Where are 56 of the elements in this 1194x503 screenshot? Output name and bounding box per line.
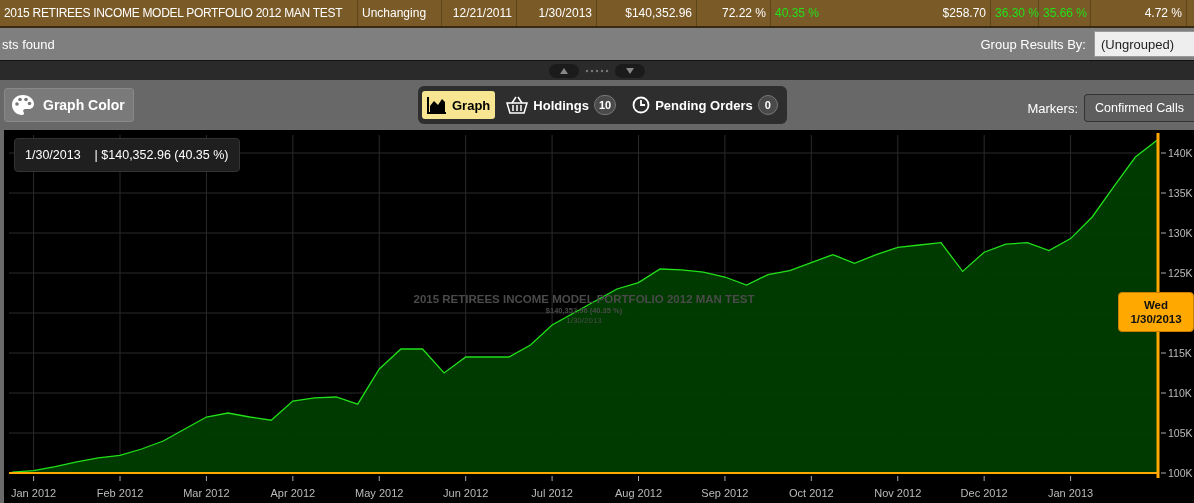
- x-tick-label: Dec 2012: [960, 487, 1008, 499]
- view-tab[interactable]: Holdings 10: [501, 91, 622, 119]
- x-tick-label: Sep 2012: [701, 487, 749, 499]
- clock-icon: [632, 96, 651, 114]
- table-cell: $258.70: [885, 0, 991, 26]
- x-tick-label: Jun 2012: [443, 487, 489, 499]
- x-tick-label: Jan 2013: [1047, 487, 1094, 499]
- count-badge: 10: [593, 95, 617, 115]
- x-tick-label: Apr 2012: [270, 487, 316, 499]
- chart-watermark-date: 1/30/2013: [566, 316, 602, 325]
- y-tick-label: 110K: [1168, 387, 1192, 399]
- y-tick-label: 135K: [1168, 187, 1193, 199]
- marker-date: 1/30/2013: [1130, 312, 1182, 327]
- y-tick-label: 125K: [1168, 267, 1193, 279]
- table-cell: 4.72 %: [1091, 0, 1187, 26]
- area-chart-icon: [427, 96, 447, 114]
- group-dropdown[interactable]: (Ungrouped): [1094, 31, 1194, 57]
- table-cell: 35.66 %: [1039, 0, 1091, 26]
- x-tick-label: Feb 2012: [96, 487, 144, 499]
- view-tab[interactable]: Pending Orders 0: [627, 91, 783, 119]
- table-cell-text: 40.35 %: [774, 5, 821, 22]
- collapse-up-icon[interactable]: [549, 63, 579, 78]
- y-tick-label: 130K: [1168, 227, 1193, 239]
- x-tick-label: Nov 2012: [874, 487, 922, 499]
- group-label: Group Results By:: [980, 36, 1086, 52]
- graph-color-button[interactable]: Graph Color: [4, 88, 134, 122]
- basket-icon: [506, 96, 529, 114]
- count-badge: 0: [757, 95, 778, 115]
- tooltip-date: 1/30/2013: [25, 148, 81, 162]
- x-tick-label: May 2012: [355, 487, 404, 499]
- x-tick-label: Jan 2012: [10, 487, 57, 499]
- results-count: sts found: [2, 36, 55, 52]
- x-tick-label: Mar 2012: [183, 487, 230, 499]
- grip-icon[interactable]: [585, 68, 609, 73]
- expand-down-icon[interactable]: [615, 63, 645, 78]
- table-cell: 36.30 %: [991, 0, 1039, 26]
- table-cell: 2015 RETIREES INCOME MODEL PORTFOLIO 2012 MAN TEST: [0, 0, 358, 26]
- marker-day: Wed: [1143, 297, 1169, 312]
- y-tick-label: 115K: [1168, 347, 1192, 359]
- palette-icon: [11, 94, 35, 116]
- x-tick-label: Jul 2012: [531, 487, 573, 499]
- table-cell: Unchanging: [358, 0, 442, 26]
- y-tick-label: 140K: [1168, 147, 1193, 159]
- y-tick-label: 105K: [1168, 427, 1193, 439]
- markers-label: Markers:: [1027, 100, 1078, 116]
- markers-dropdown[interactable]: Confirmed Calls: [1084, 94, 1194, 122]
- table-cell: 12/21/2011: [442, 0, 517, 26]
- table-cell: 1/30/2013: [517, 0, 597, 26]
- tooltip-value: | $140,352.96 (40.35 %): [94, 148, 229, 162]
- view-tab[interactable]: Graph: [422, 91, 496, 119]
- x-tick-label: Oct 2012: [789, 487, 834, 499]
- table-cell: $140,352.96: [597, 0, 697, 26]
- y-tick-label: 100K: [1168, 467, 1193, 479]
- table-cell: 72.22 %: [697, 0, 771, 26]
- x-tick-label: Aug 2012: [614, 487, 663, 499]
- chart-watermark-title: 2015 RETIREES INCOME MODEL PORTFOLIO 2012 MAN TEST: [413, 293, 755, 305]
